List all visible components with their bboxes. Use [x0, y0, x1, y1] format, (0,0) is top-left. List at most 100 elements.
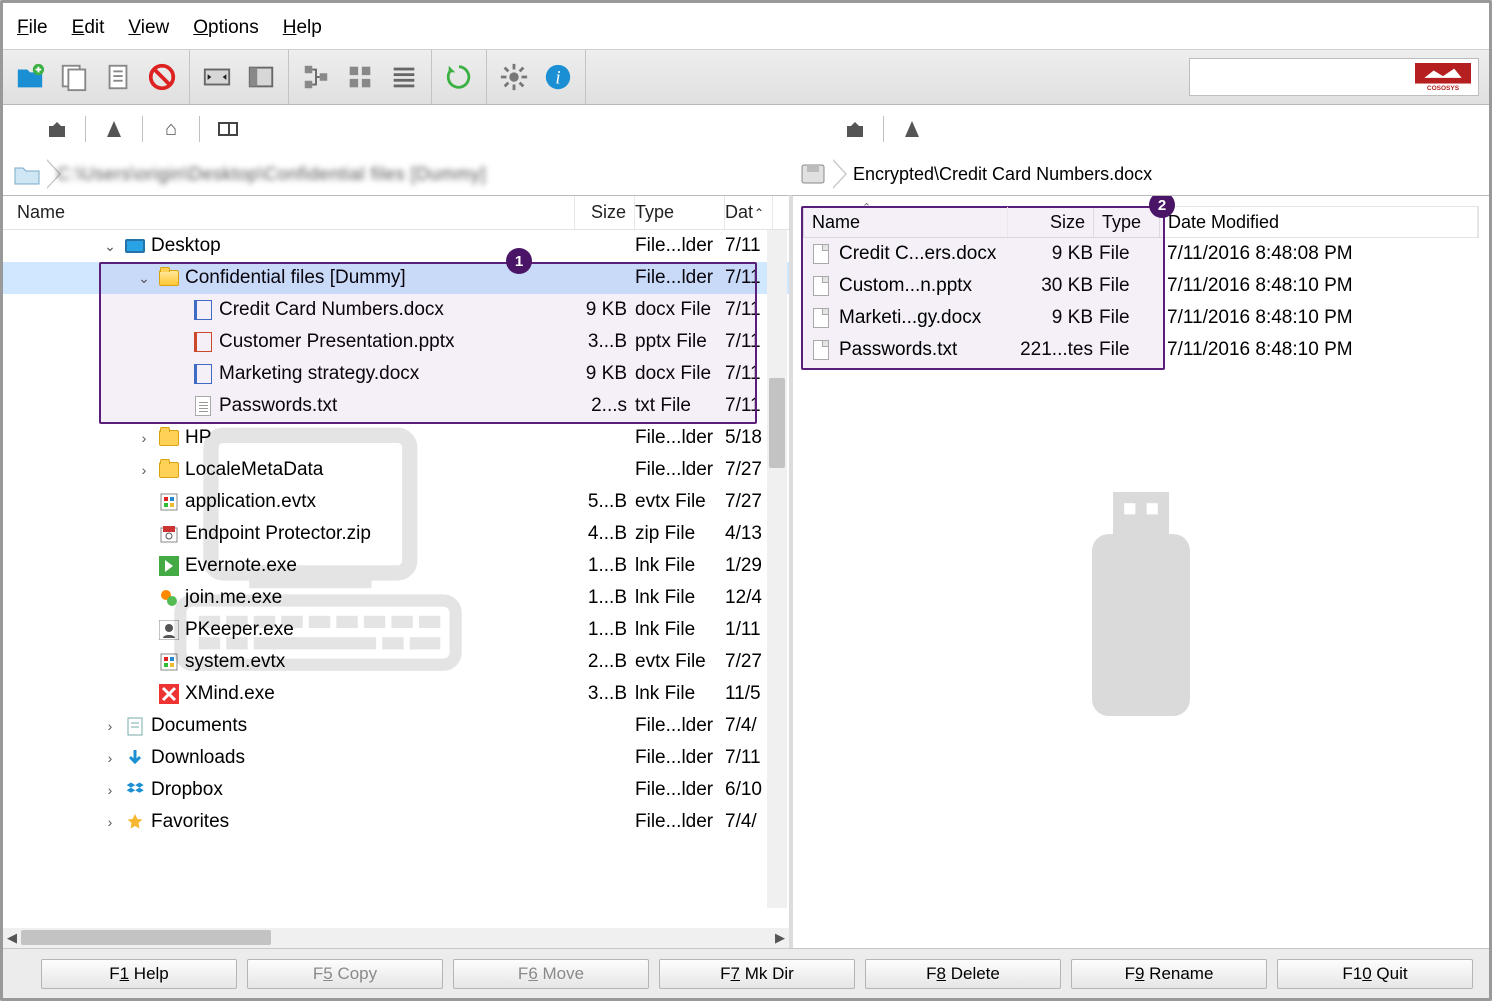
col-name[interactable]: Name [17, 202, 65, 223]
horizontal-scrollbar[interactable]: ◀ ▶ [3, 928, 789, 948]
new-folder-button[interactable] [11, 58, 49, 96]
nav-pin-left[interactable] [94, 114, 134, 144]
row-name: Credit Card Numbers.docx [219, 299, 444, 321]
expand-icon[interactable]: ⌄ [101, 238, 119, 255]
tree-row[interactable]: ›FavoritesFile...lder7/4/ [3, 806, 789, 838]
breadcrumb-right[interactable]: Encrypted\Credit Card Numbers.docx [789, 153, 1489, 195]
nav-pin-right[interactable] [892, 114, 932, 144]
tree-row[interactable]: ›Customer Presentation.pptx3...Bpptx Fil… [3, 326, 789, 358]
tree-row[interactable]: ›Evernote.exe1...Blnk File1/29 [3, 550, 789, 582]
right-column-header[interactable]: Name⌃ Size Type Date Modified [803, 206, 1479, 238]
view-tree-button[interactable] [297, 58, 335, 96]
row-name: Endpoint Protector.zip [185, 523, 371, 545]
tree-row[interactable]: ›Endpoint Protector.zip4...Bzip File4/13 [3, 518, 789, 550]
col-size[interactable]: Size [575, 196, 635, 229]
expand-icon[interactable]: ⌄ [135, 270, 153, 287]
fn-help[interactable]: F1 Help [41, 959, 237, 989]
tree-row[interactable]: ›DropboxFile...lder6/10 [3, 774, 789, 806]
fn-copy[interactable]: F5 Copy [247, 959, 443, 989]
paste-button[interactable] [99, 58, 137, 96]
tree-row[interactable]: ›system.evtx2...Bevtx File7/27 [3, 646, 789, 678]
row-type: lnk File [635, 683, 725, 705]
nav-up-left[interactable] [37, 114, 77, 144]
vertical-scrollbar[interactable] [767, 230, 787, 908]
view-list-button[interactable] [242, 58, 280, 96]
row-date: 7/27 [725, 651, 773, 673]
tree-row[interactable]: ›join.me.exe1...Blnk File12/4 [3, 582, 789, 614]
search-box[interactable]: COSOSYS [1189, 58, 1479, 96]
refresh-button[interactable] [440, 58, 478, 96]
row-name: XMind.exe [185, 683, 275, 705]
row-date: 11/5 [725, 683, 773, 705]
list-row[interactable]: Custom...n.pptx30 KBFile7/11/2016 8:48:1… [803, 270, 1479, 302]
tree-row[interactable]: ›HPFile...lder5/18 [3, 422, 789, 454]
expand-icon[interactable]: › [101, 750, 119, 766]
menu-view[interactable]: View [128, 17, 169, 39]
list-row[interactable]: Marketi...gy.docx9 KBFile7/11/2016 8:48:… [803, 302, 1479, 334]
scroll-left-icon[interactable]: ◀ [7, 930, 17, 946]
row-size: 9 KB [575, 363, 635, 385]
list-row[interactable]: Passwords.txt221...tesFile7/11/2016 8:48… [803, 334, 1479, 366]
row-date: 5/18 [725, 427, 773, 449]
tree-row[interactable]: ›DocumentsFile...lder7/4/ [3, 710, 789, 742]
swap-panes-button[interactable] [198, 58, 236, 96]
row-date: 7/11/2016 8:48:08 PM [1159, 243, 1479, 265]
scrollbar-thumb[interactable] [21, 930, 271, 945]
col-size[interactable]: Size [1008, 207, 1094, 237]
menu-help[interactable]: Help [283, 17, 322, 39]
nav-home-left[interactable]: ⌂ [151, 114, 191, 144]
fn-rename[interactable]: F9 Rename [1071, 959, 1267, 989]
block-button[interactable] [143, 58, 181, 96]
tree-row[interactable]: ›Credit Card Numbers.docx9 KBdocx File7/… [3, 294, 789, 326]
tree-row[interactable]: ⌄Confidential files [Dummy]File...lder7/… [3, 262, 789, 294]
info-button[interactable]: i [539, 58, 577, 96]
row-name: PKeeper.exe [185, 619, 294, 641]
file-icon [811, 340, 831, 360]
tree-row[interactable]: ›PKeeper.exe1...Blnk File1/11 [3, 614, 789, 646]
fn-delete[interactable]: F8 Delete [865, 959, 1061, 989]
row-type: File...lder [635, 811, 725, 833]
tree-row[interactable]: ›LocaleMetaDataFile...lder7/27 [3, 454, 789, 486]
nav-dualpane-left[interactable] [208, 114, 248, 144]
row-type: docx File [635, 363, 725, 385]
view-details-button[interactable] [385, 58, 423, 96]
expand-icon[interactable]: › [101, 814, 119, 830]
tree-row[interactable]: ›Marketing strategy.docx9 KBdocx File7/1… [3, 358, 789, 390]
col-date[interactable]: Date Modified [1160, 207, 1478, 237]
expand-icon[interactable]: › [135, 462, 153, 478]
menu-file[interactable]: File [17, 17, 48, 39]
fn-move[interactable]: F6 Move [453, 959, 649, 989]
nav-up-right[interactable] [835, 114, 875, 144]
scrollbar-thumb[interactable] [769, 378, 785, 468]
left-column-header[interactable]: Name⌃ Size Type Dat⌃ [3, 196, 789, 230]
list-row[interactable]: Credit C...ers.docx9 KBFile7/11/2016 8:4… [803, 238, 1479, 270]
expand-icon[interactable]: › [101, 782, 119, 798]
pin-icon [107, 121, 121, 137]
left-tree[interactable]: 1 ⌄DesktopFile...lder7/11⌄Confidential f… [3, 230, 789, 928]
row-date: 7/11 [725, 331, 773, 353]
col-name[interactable]: Name [812, 212, 860, 233]
tree-row[interactable]: ›application.evtx5...Bevtx File7/27 [3, 486, 789, 518]
fn-mkdir[interactable]: F7 Mk Dir [659, 959, 855, 989]
tree-row[interactable]: ›XMind.exe3...Blnk File11/5 [3, 678, 789, 710]
tree-row[interactable]: ›Passwords.txt2...stxt File7/11 [3, 390, 789, 422]
view-icons-button[interactable] [341, 58, 379, 96]
file-icon [159, 652, 179, 672]
breadcrumb-left[interactable]: C:\Users\origin\Desktop\Confidential fil… [3, 153, 789, 195]
row-type: File...lder [635, 779, 725, 801]
tree-row[interactable]: ›DownloadsFile...lder7/11 [3, 742, 789, 774]
row-date: 4/13 [725, 523, 773, 545]
col-date[interactable]: Dat⌃ [725, 196, 773, 229]
settings-button[interactable] [495, 58, 533, 96]
tree-row[interactable]: ⌄DesktopFile...lder7/11 [3, 230, 789, 262]
row-date: 7/11 [725, 363, 773, 385]
row-type: File [1093, 243, 1159, 265]
expand-icon[interactable]: › [135, 430, 153, 446]
copy-button[interactable] [55, 58, 93, 96]
expand-icon[interactable]: › [101, 718, 119, 734]
menu-options[interactable]: Options [193, 17, 258, 39]
fn-quit[interactable]: F10 Quit [1277, 959, 1473, 989]
menu-edit[interactable]: Edit [72, 17, 105, 39]
col-type[interactable]: Type [635, 196, 725, 229]
scroll-right-icon[interactable]: ▶ [775, 930, 785, 946]
